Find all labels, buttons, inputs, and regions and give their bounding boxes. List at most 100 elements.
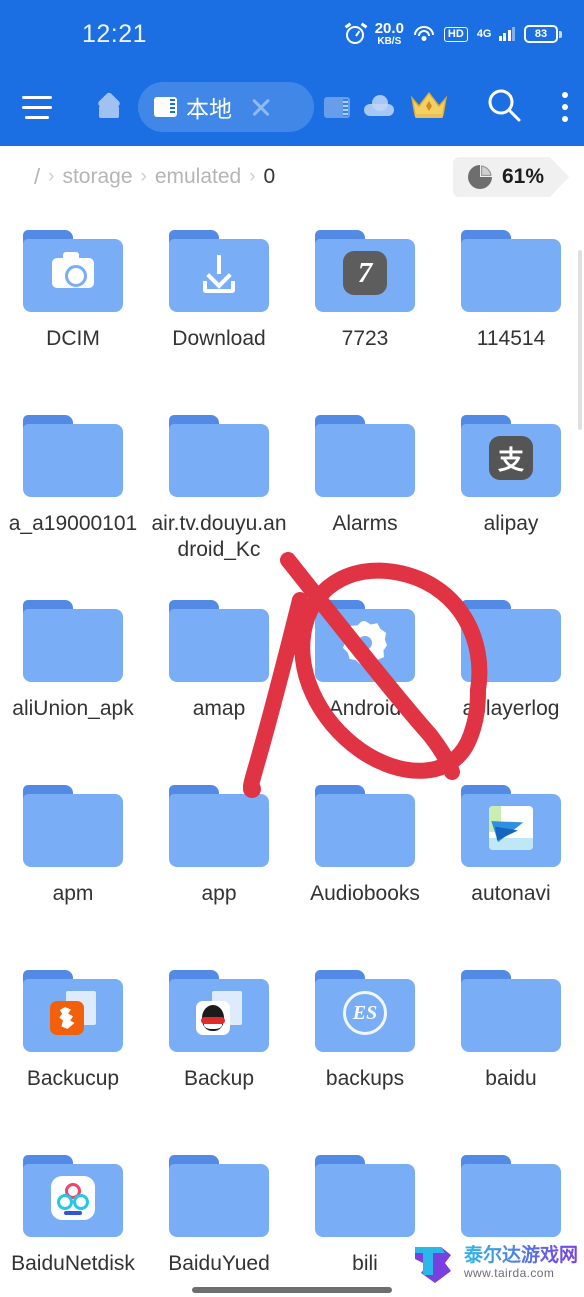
folder-icon [23, 600, 123, 682]
file-item[interactable]: app [146, 771, 292, 956]
network-type-label: 4G [476, 28, 492, 40]
battery-icon: 83 [524, 25, 562, 43]
folder-icon [461, 1155, 561, 1237]
file-name: amap [192, 697, 246, 720]
breadcrumb-item-0[interactable]: 0 [258, 165, 282, 189]
file-item[interactable]: BaiduYued [146, 1141, 292, 1297]
hamburger-menu-icon[interactable] [0, 95, 74, 119]
status-time: 12:21 [82, 19, 148, 48]
qq-icon [196, 990, 242, 1036]
breadcrumb: / › storage › emulated › 0 61% [0, 146, 584, 208]
file-item[interactable]: a_a19000101 [0, 401, 146, 586]
file-item[interactable]: Backucup [0, 956, 146, 1141]
gesture-home-bar[interactable] [192, 1287, 392, 1293]
file-item[interactable]: ES backups [292, 956, 438, 1141]
file-item[interactable]: DCIM [0, 216, 146, 401]
app-7723-icon: 7 [342, 250, 388, 296]
sd-card-shortcut-icon[interactable] [324, 96, 350, 118]
watermark-site-name: 泰尔达游戏网 [463, 1245, 578, 1267]
folder-icon [315, 785, 415, 867]
network-speed-unit: KB/S [377, 36, 402, 47]
file-item-android[interactable]: Android [292, 586, 438, 771]
folder-icon [23, 230, 123, 312]
folder-icon [169, 230, 269, 312]
signal-icon: 4G [477, 27, 515, 41]
file-item[interactable]: aliUnion_apk [0, 586, 146, 771]
file-item[interactable]: Backup [146, 956, 292, 1141]
file-item[interactable]: baidu [438, 956, 584, 1141]
es-explorer-icon: ES [342, 990, 388, 1036]
site-watermark: 泰尔达游戏网 www.tairda.com [411, 1241, 578, 1285]
status-bar: 12:21 20.0 KB/S HD 4G 83 [0, 0, 584, 68]
folder-icon [169, 1155, 269, 1237]
file-name: backups [325, 1067, 405, 1090]
file-item[interactable]: BaiduNetdisk [0, 1141, 146, 1297]
crown-icon[interactable] [410, 90, 448, 125]
file-item[interactable]: amap [146, 586, 292, 771]
chevron-right-icon: › [48, 166, 55, 187]
file-name: aliUnion_apk [12, 697, 134, 720]
file-grid: DCIM Download 7 7723 114514 a_a19000101 … [0, 208, 584, 1297]
file-item[interactable]: air.tv.douyu.android_Kc [146, 401, 292, 586]
alipay-icon: 支 [488, 435, 534, 481]
hd-icon: HD [443, 26, 468, 42]
file-item[interactable]: 7 7723 [292, 216, 438, 401]
folder-icon [23, 415, 123, 497]
file-item[interactable]: Alarms [292, 401, 438, 586]
folder-icon [315, 415, 415, 497]
cloud-icon[interactable] [364, 94, 394, 116]
status-icons: 20.0 KB/S HD 4G 83 [344, 21, 562, 47]
network-speed-indicator: 20.0 KB/S [375, 21, 404, 47]
folder-icon [461, 785, 561, 867]
file-item[interactable]: 支 alipay [438, 401, 584, 586]
file-item[interactable]: apm [0, 771, 146, 956]
file-item[interactable]: autonavi [438, 771, 584, 956]
storage-usage-badge[interactable]: 61% [452, 157, 570, 197]
file-name: alipay [483, 512, 539, 535]
more-vertical-icon[interactable] [558, 88, 572, 126]
file-name: Download [172, 327, 266, 350]
folder-icon [23, 785, 123, 867]
file-name: aplayerlog [462, 697, 560, 720]
file-item[interactable]: 114514 [438, 216, 584, 401]
file-name: a_a19000101 [8, 512, 138, 535]
search-icon[interactable] [484, 85, 524, 130]
folder-icon [461, 600, 561, 682]
app-toolbar: 本地 [0, 68, 584, 146]
baidu-netdisk-icon [50, 1175, 96, 1221]
file-name: BaiduNetdisk [11, 1252, 135, 1275]
file-name: baidu [485, 1067, 537, 1090]
file-item[interactable]: Download [146, 216, 292, 401]
folder-icon [315, 1155, 415, 1237]
file-item[interactable]: Audiobooks [292, 771, 438, 956]
home-icon[interactable] [94, 91, 124, 122]
file-name: BaiduYued [168, 1252, 270, 1275]
tairda-logo-icon [411, 1241, 457, 1285]
file-name: 7723 [341, 327, 389, 350]
folder-icon [23, 970, 123, 1052]
file-name: app [201, 882, 237, 905]
breadcrumb-root[interactable]: / [28, 164, 46, 190]
download-icon [196, 250, 242, 296]
folder-icon [461, 970, 561, 1052]
breadcrumb-item-storage[interactable]: storage [56, 165, 138, 189]
watermark-url: www.tairda.com [463, 1266, 555, 1281]
vertical-scrollbar[interactable] [578, 250, 582, 430]
file-item[interactable]: aplayerlog [438, 586, 584, 771]
battery-level: 83 [534, 28, 548, 40]
breadcrumb-item-emulated[interactable]: emulated [149, 165, 247, 189]
file-name: apm [52, 882, 94, 905]
breadcrumb-path: / › storage › emulated › 0 [28, 164, 453, 190]
gear-icon [342, 620, 388, 666]
autonavi-icon [488, 805, 534, 851]
uc-browser-icon [50, 990, 96, 1036]
tab-local-label: 本地 [186, 96, 232, 122]
folder-icon [169, 600, 269, 682]
file-name: Backup [183, 1067, 255, 1090]
folder-icon [23, 1155, 123, 1237]
file-name: air.tv.douyu.android_Kc [151, 512, 287, 561]
folder-icon: 7 [315, 230, 415, 312]
tab-local[interactable]: 本地 [138, 82, 314, 132]
folder-icon: ES [315, 970, 415, 1052]
close-icon[interactable] [241, 87, 281, 127]
